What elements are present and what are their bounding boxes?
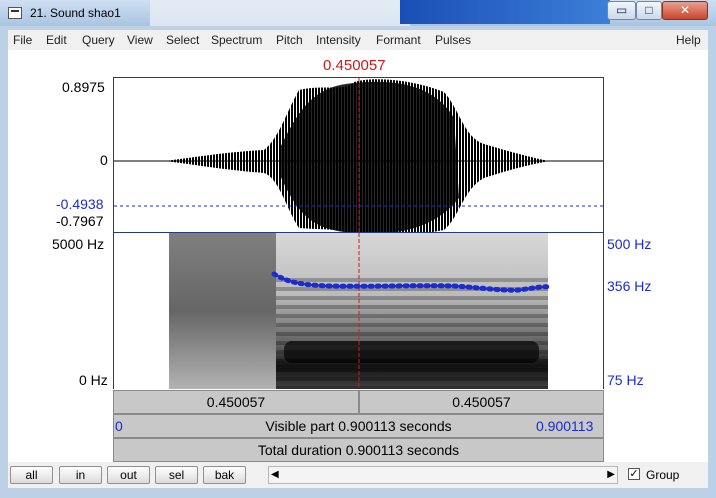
pitch-bottom-label: 75 Hz bbox=[607, 372, 644, 388]
cursor-time-label: 0.450057 bbox=[323, 57, 386, 74]
waveform-cursor-value: -0.4938 bbox=[56, 196, 104, 212]
time-segment-left[interactable]: 0.450057 bbox=[113, 390, 359, 414]
horizontal-scrollbar[interactable]: ◀ ▶ bbox=[268, 466, 618, 484]
fricative-noise bbox=[169, 233, 276, 389]
menu-view[interactable]: View bbox=[127, 33, 153, 47]
waveform-max-label: 0.8975 bbox=[62, 79, 105, 95]
menu-help[interactable]: Help bbox=[676, 33, 701, 47]
menu-query[interactable]: Query bbox=[82, 33, 115, 47]
all-button[interactable]: all bbox=[10, 466, 53, 484]
visible-start-value: 0 bbox=[115, 418, 123, 434]
scroll-left-icon[interactable]: ◀ bbox=[271, 469, 279, 480]
scroll-right-icon[interactable]: ▶ bbox=[607, 469, 615, 480]
maximize-button[interactable]: □ bbox=[636, 1, 662, 20]
spectrogram-bottom-label: 0 Hz bbox=[79, 372, 108, 388]
total-duration-bar[interactable]: Total duration 0.900113 seconds bbox=[113, 438, 604, 462]
zoom-in-button[interactable]: in bbox=[59, 466, 102, 484]
background-window-title bbox=[400, 0, 610, 24]
window-title: 21. Sound shao1 bbox=[30, 6, 121, 20]
zoom-sel-button[interactable]: sel bbox=[155, 466, 198, 484]
waveform-zero-label: 0 bbox=[100, 152, 108, 168]
menu-edit[interactable]: Edit bbox=[46, 33, 67, 47]
group-label: Group bbox=[646, 468, 680, 482]
pitch-top-label: 500 Hz bbox=[607, 236, 652, 252]
zoom-back-button[interactable]: bak bbox=[203, 466, 246, 484]
menu-select[interactable]: Select bbox=[166, 33, 199, 47]
spectrogram-top-label: 5000 Hz bbox=[52, 236, 105, 252]
close-button[interactable]: ✕ bbox=[662, 1, 708, 20]
group-checkbox[interactable]: ✓ bbox=[628, 468, 640, 480]
waveform-min-label: -0.7967 bbox=[56, 213, 104, 229]
visible-part-label: Visible part 0.900113 seconds bbox=[265, 418, 452, 434]
waveform-panel[interactable] bbox=[113, 77, 604, 233]
menu-formant[interactable]: Formant bbox=[376, 33, 421, 47]
visible-end-value: 0.900113 bbox=[536, 418, 594, 434]
menu-bar: File Edit Query View Select Spectrum Pit… bbox=[8, 30, 708, 50]
menu-pulses[interactable]: Pulses bbox=[435, 33, 471, 47]
waveform-svg bbox=[114, 78, 603, 232]
spectrogram-svg bbox=[169, 233, 551, 389]
bottom-toolbar: all in out sel bak ◀ ▶ bbox=[8, 462, 708, 488]
menu-file[interactable]: File bbox=[13, 33, 32, 47]
visible-part-bar[interactable]: Visible part 0.900113 seconds bbox=[113, 414, 604, 438]
zoom-out-button[interactable]: out bbox=[107, 466, 150, 484]
formant-dark-band bbox=[284, 341, 539, 363]
pitch-value-label: 356 Hz bbox=[607, 278, 652, 294]
menu-pitch[interactable]: Pitch bbox=[276, 33, 303, 47]
menu-intensity[interactable]: Intensity bbox=[316, 33, 361, 47]
background-window bbox=[150, 0, 410, 26]
minimize-button[interactable]: ▭ bbox=[607, 1, 636, 20]
app-icon bbox=[8, 7, 22, 19]
spectrogram-panel[interactable] bbox=[113, 233, 604, 389]
time-segment-right[interactable]: 0.450057 bbox=[359, 390, 604, 414]
menu-spectrum[interactable]: Spectrum bbox=[211, 33, 262, 47]
